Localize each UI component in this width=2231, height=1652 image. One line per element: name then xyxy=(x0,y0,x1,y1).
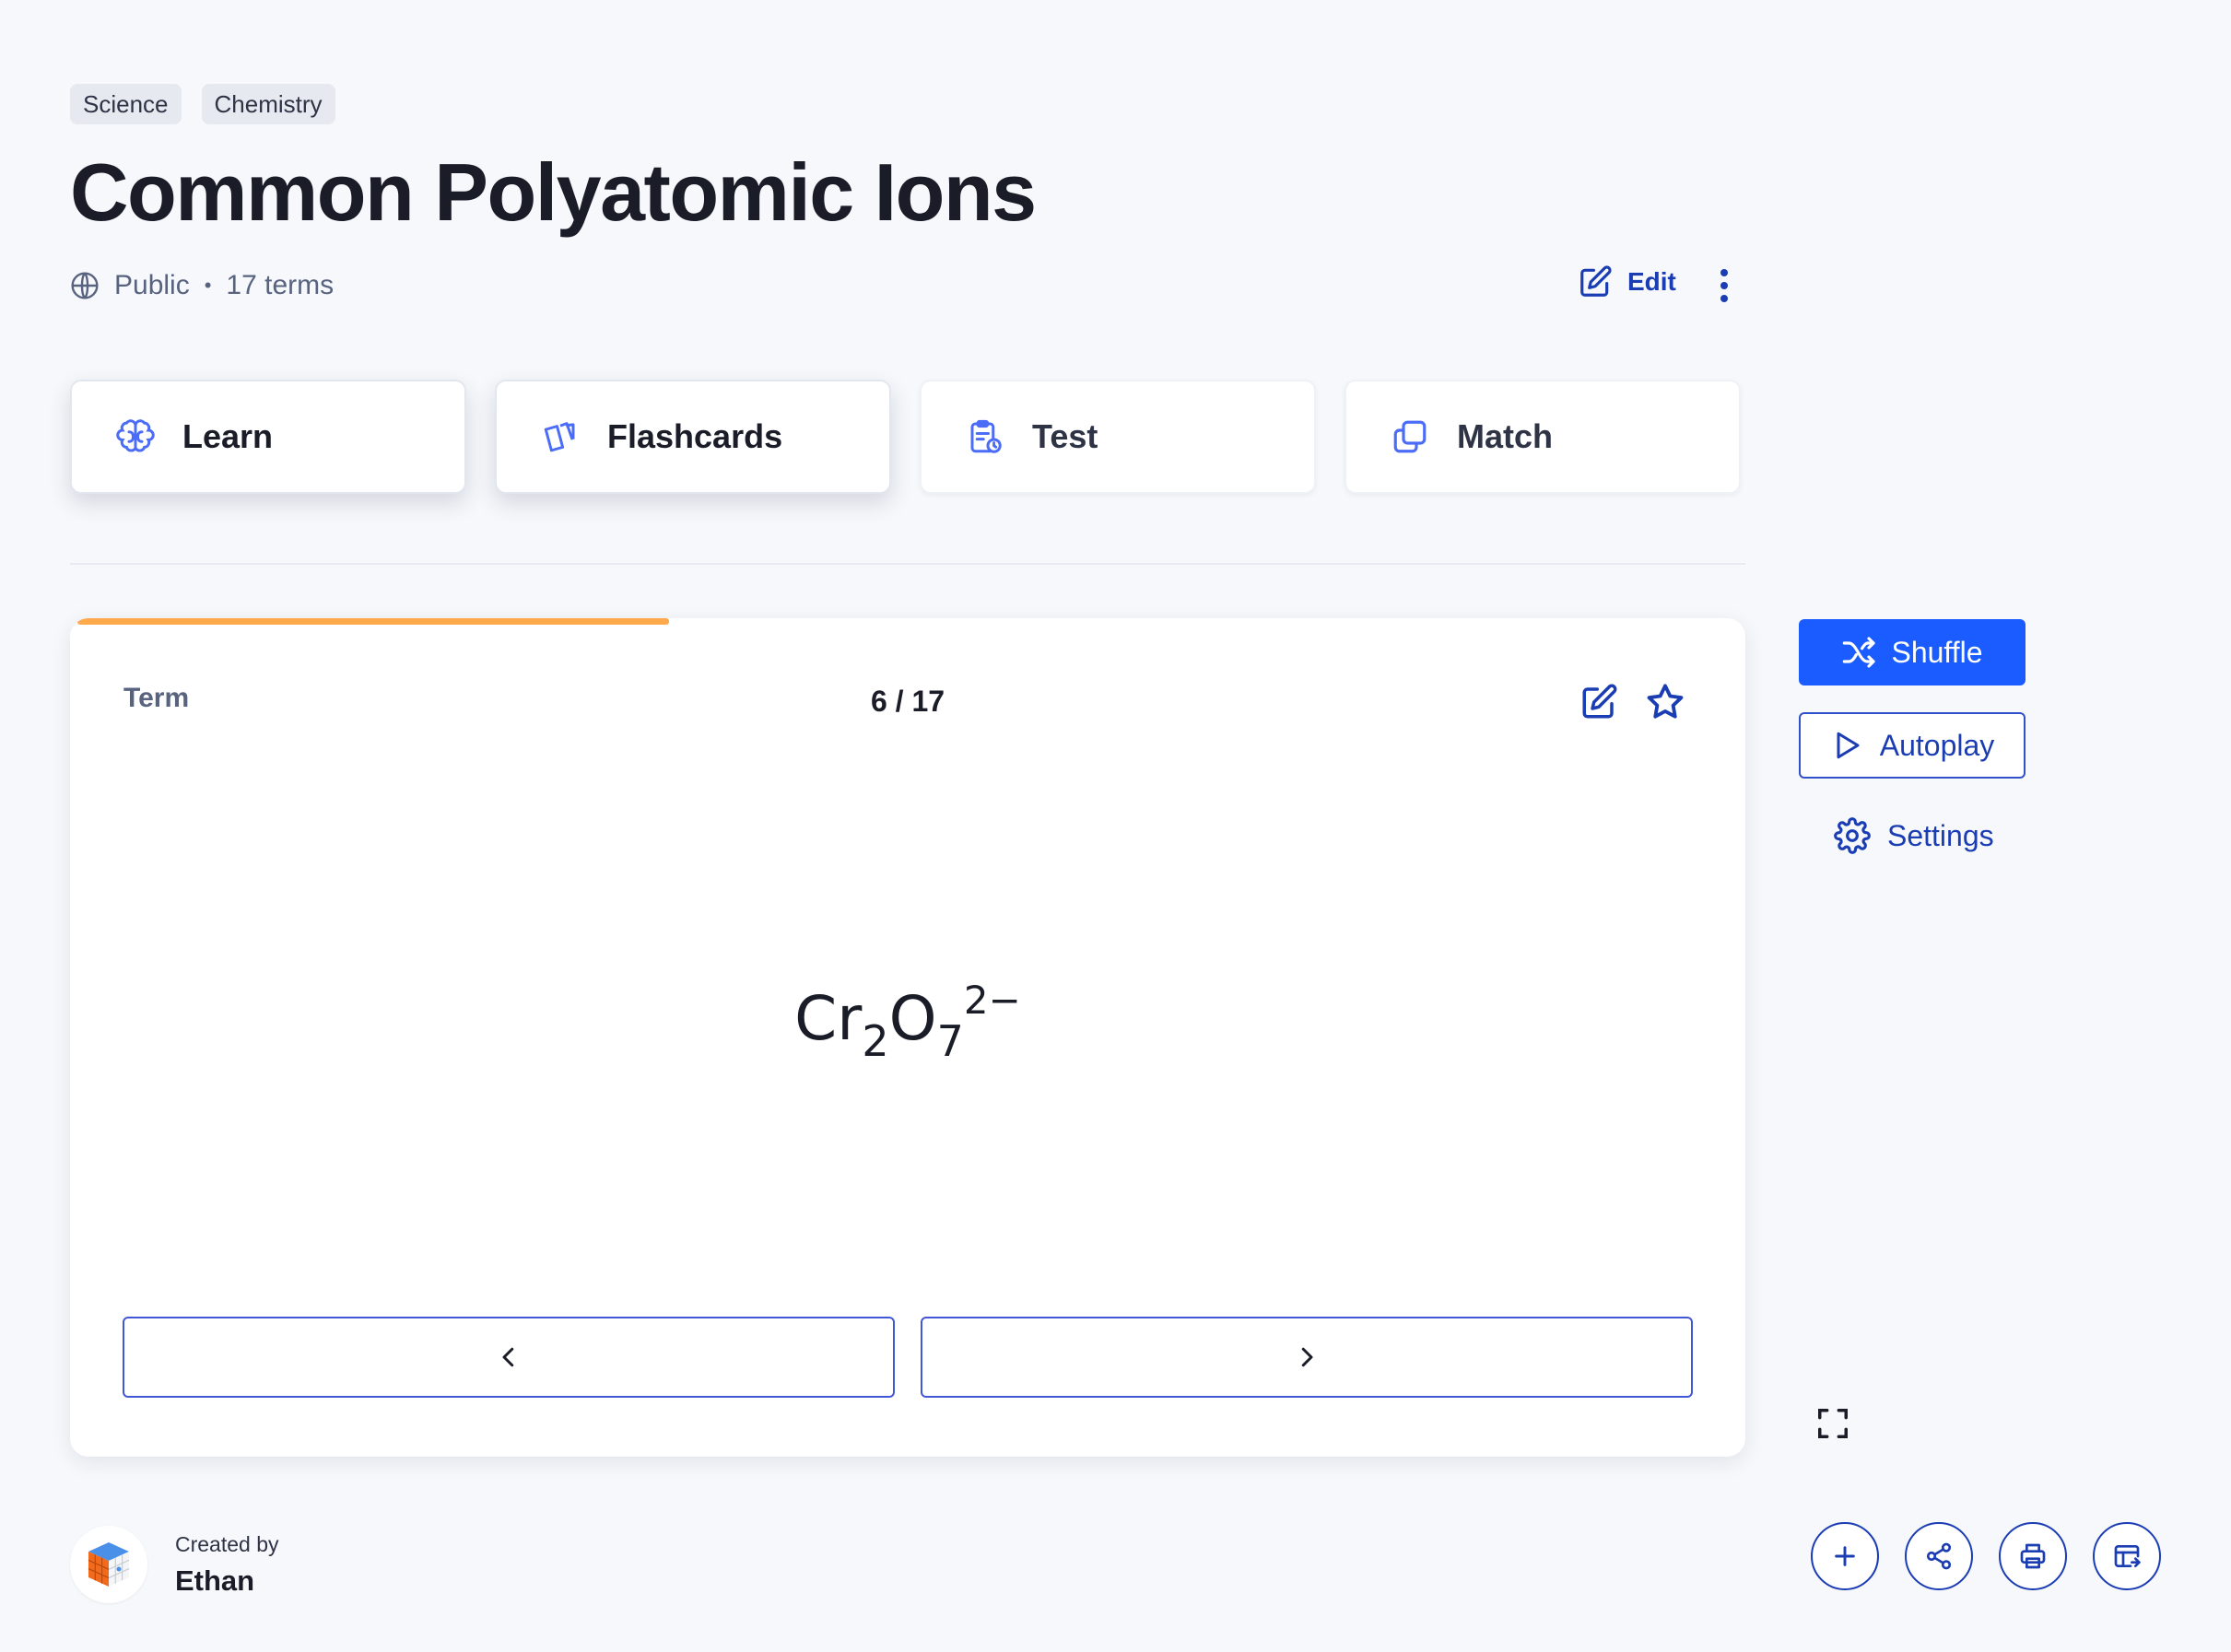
page-title: Common Polyatomic Ions xyxy=(70,146,1037,238)
creator-info: Created by Ethan xyxy=(70,1526,279,1603)
card-counter: 6 / 17 xyxy=(870,685,945,718)
created-by-label: Created by xyxy=(175,1531,279,1556)
mode-match-label: Match xyxy=(1457,417,1554,455)
mode-test[interactable]: Test xyxy=(920,380,1316,494)
settings-button[interactable]: Settings xyxy=(1834,817,1994,854)
brain-icon xyxy=(116,419,155,452)
section-divider xyxy=(70,563,1745,565)
card-term: Cr2O72− xyxy=(70,978,1745,1066)
term-count: 17 terms xyxy=(226,270,335,300)
mode-match[interactable]: Match xyxy=(1344,380,1741,494)
star-icon[interactable] xyxy=(1644,681,1686,723)
formula-subscript-2: 2 xyxy=(862,1016,889,1066)
formula-charge: 2− xyxy=(963,978,1021,1023)
match-copy-icon xyxy=(1393,420,1427,453)
flashcard[interactable]: Term 6 / 17 Cr2O72− xyxy=(70,618,1745,1457)
edit-label: Edit xyxy=(1627,267,1676,296)
mode-learn[interactable]: Learn xyxy=(70,380,466,494)
tag-chemistry[interactable]: Chemistry xyxy=(201,84,335,124)
export-button[interactable] xyxy=(2093,1522,2161,1590)
test-clipboard-icon xyxy=(970,419,1002,453)
globe-icon xyxy=(71,272,99,299)
tag-list: Science Chemistry xyxy=(70,84,335,124)
next-card-button[interactable] xyxy=(921,1317,1693,1398)
meta-separator: • xyxy=(204,274,212,297)
fullscreen-icon[interactable] xyxy=(1815,1406,1850,1441)
study-modes: Learn Flashcards Test Match xyxy=(70,380,1741,494)
play-icon xyxy=(1837,732,1860,759)
edit-button[interactable]: Edit xyxy=(1578,264,1676,299)
shuffle-button[interactable]: Shuffle xyxy=(1799,619,2026,685)
mode-test-label: Test xyxy=(1032,417,1098,455)
printer-icon xyxy=(2020,1543,2046,1569)
cube-avatar-icon xyxy=(88,1542,130,1587)
shuffle-icon xyxy=(1843,637,1876,668)
share-icon xyxy=(1926,1542,1952,1570)
card-progress-fill xyxy=(77,618,669,625)
export-icon xyxy=(2114,1545,2141,1567)
card-edit-icon[interactable] xyxy=(1579,683,1618,721)
chevron-right-icon xyxy=(1301,1347,1313,1367)
settings-label: Settings xyxy=(1887,818,1994,852)
creator-name[interactable]: Ethan xyxy=(175,1564,279,1598)
avatar[interactable] xyxy=(70,1526,147,1603)
chevron-left-icon xyxy=(502,1347,514,1367)
study-set-page: Science Chemistry Common Polyatomic Ions… xyxy=(0,0,2231,1652)
visibility-label: Public xyxy=(114,270,190,300)
shuffle-label: Shuffle xyxy=(1891,635,1983,669)
share-button[interactable] xyxy=(1905,1522,1973,1590)
autoplay-label: Autoplay xyxy=(1879,728,1995,762)
more-vertical-icon xyxy=(1720,269,1728,302)
mode-flashcards[interactable]: Flashcards xyxy=(495,380,891,494)
add-button[interactable] xyxy=(1811,1522,1879,1590)
previous-card-button[interactable] xyxy=(123,1317,895,1398)
gear-icon xyxy=(1834,817,1871,854)
more-options-button[interactable] xyxy=(1710,265,1738,306)
creator-text: Created by Ethan xyxy=(175,1532,279,1598)
card-progress-track xyxy=(70,618,1745,625)
set-meta: Public • 17 terms xyxy=(70,267,334,304)
mode-flashcards-label: Flashcards xyxy=(607,417,783,455)
plus-icon xyxy=(1835,1546,1855,1566)
tag-science[interactable]: Science xyxy=(70,84,182,124)
formula-subscript-7: 7 xyxy=(936,1016,964,1066)
autoplay-button[interactable]: Autoplay xyxy=(1799,712,2026,779)
formula-base-o: O xyxy=(888,983,937,1054)
cards-icon xyxy=(544,422,575,452)
print-button[interactable] xyxy=(1999,1522,2067,1590)
set-actions xyxy=(1811,1522,2161,1590)
formula-base-cr: Cr xyxy=(794,983,863,1054)
edit-icon xyxy=(1580,265,1612,297)
mode-learn-label: Learn xyxy=(182,417,274,455)
